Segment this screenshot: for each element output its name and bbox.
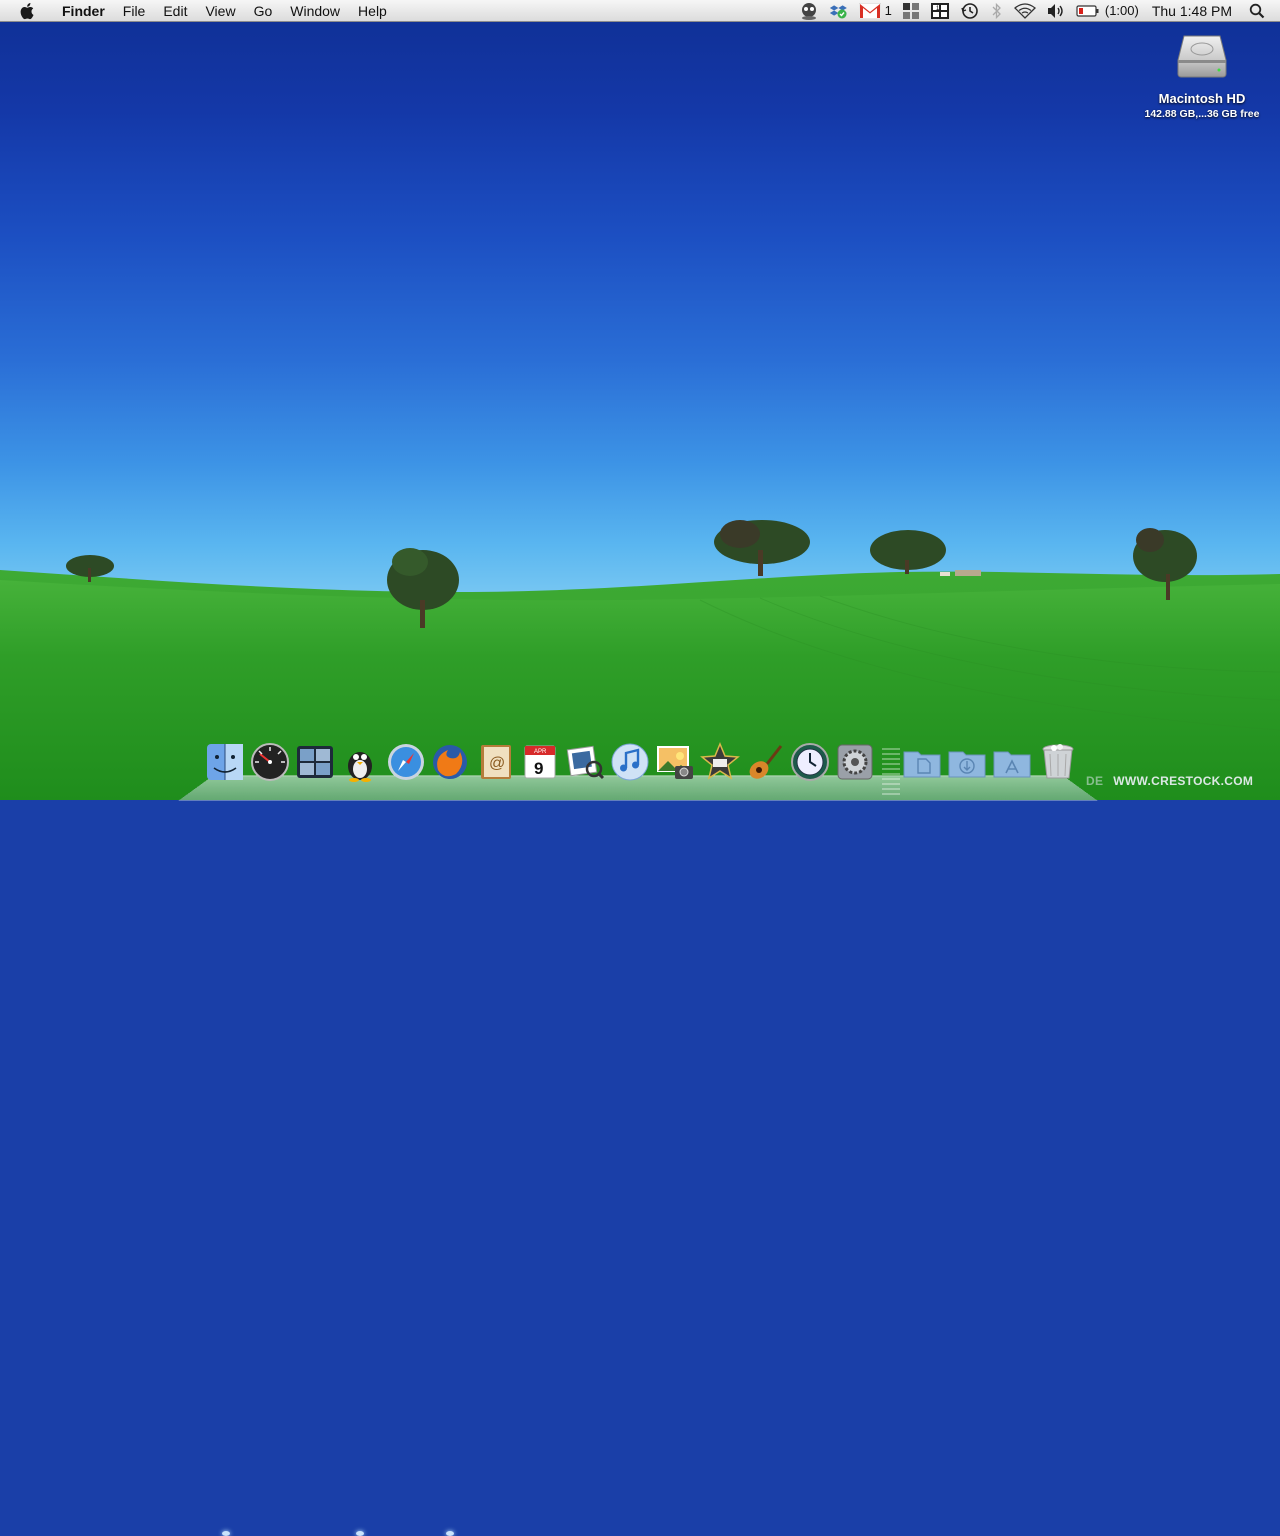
- bluetooth-icon[interactable]: [985, 0, 1009, 22]
- address-book-icon[interactable]: @: [476, 742, 516, 782]
- adium-status-icon[interactable]: [794, 0, 824, 22]
- imovie-icon[interactable]: [700, 742, 740, 782]
- spaces-menu-icon[interactable]: [897, 0, 925, 22]
- desktop-wallpaper: [0, 0, 1280, 800]
- ical-month: APR: [534, 749, 547, 755]
- adium-running-indicator: [356, 1531, 364, 1536]
- dock: @ APR 9: [0, 738, 1280, 1536]
- watermark: DE WWW.CRESTOCK.COM: [1086, 774, 1253, 788]
- spaces-number-icon[interactable]: 1: [925, 0, 955, 22]
- dashboard-icon[interactable]: [250, 742, 290, 782]
- gmail-notifier-icon[interactable]: 1: [854, 0, 897, 22]
- dropbox-sync-icon[interactable]: [824, 0, 854, 22]
- hard-drive-icon: [1177, 35, 1227, 78]
- gmail-unread-count: 1: [884, 3, 892, 18]
- time-machine-menu-icon[interactable]: [955, 0, 985, 22]
- battery-icon: [1076, 4, 1099, 17]
- menu-file[interactable]: File: [114, 0, 155, 22]
- itunes-icon[interactable]: [610, 742, 650, 782]
- firefox-running-indicator: [446, 1531, 454, 1536]
- time-machine-icon[interactable]: [790, 742, 830, 782]
- drive-name: Macintosh HD: [1158, 91, 1246, 106]
- ical-icon[interactable]: APR 9: [520, 742, 560, 782]
- safari-icon[interactable]: [386, 742, 426, 782]
- menu-help[interactable]: Help: [349, 0, 396, 22]
- finder-icon[interactable]: [205, 742, 245, 782]
- battery-status[interactable]: (1:00): [1071, 0, 1144, 22]
- iphoto-icon[interactable]: [655, 742, 695, 782]
- ical-date: 9: [534, 759, 543, 778]
- trees: [66, 520, 1197, 628]
- menu-window[interactable]: Window: [281, 0, 349, 22]
- menu-bar: Finder File Edit View Go Window Help 1 1: [0, 0, 1280, 22]
- drive-info: 142.88 GB,...36 GB free: [1144, 108, 1260, 120]
- menu-clock[interactable]: Thu 1:48 PM: [1144, 0, 1244, 22]
- svg-text:@: @: [489, 755, 505, 772]
- wifi-icon[interactable]: [1009, 0, 1041, 22]
- watermark-partial: DE: [1086, 774, 1104, 788]
- apple-menu-icon[interactable]: [17, 0, 39, 22]
- menu-go[interactable]: Go: [245, 0, 282, 22]
- finder-running-indicator: [222, 1531, 230, 1536]
- watermark-text: WWW.CRESTOCK.COM: [1113, 774, 1254, 788]
- menu-view[interactable]: View: [196, 0, 244, 22]
- menu-edit[interactable]: Edit: [154, 0, 196, 22]
- macintosh-hd-desktop-icon[interactable]: Macintosh HD 142.88 GB,...36 GB free: [1136, 30, 1268, 121]
- garageband-icon[interactable]: [745, 742, 785, 782]
- spaces-icon[interactable]: [295, 742, 335, 782]
- preview-icon[interactable]: [565, 742, 605, 782]
- system-preferences-icon[interactable]: [835, 742, 875, 782]
- documents-folder-icon[interactable]: [902, 742, 942, 782]
- spotlight-search-icon[interactable]: [1244, 0, 1270, 22]
- trash-icon[interactable]: [1038, 742, 1078, 782]
- downloads-folder-icon[interactable]: [947, 742, 987, 782]
- menu-finder[interactable]: Finder: [53, 0, 114, 22]
- volume-icon[interactable]: [1041, 0, 1071, 22]
- firefox-icon[interactable]: [430, 742, 470, 782]
- battery-time: (1:00): [1104, 3, 1139, 18]
- adium-icon[interactable]: [340, 742, 380, 782]
- applications-folder-icon[interactable]: [992, 742, 1032, 782]
